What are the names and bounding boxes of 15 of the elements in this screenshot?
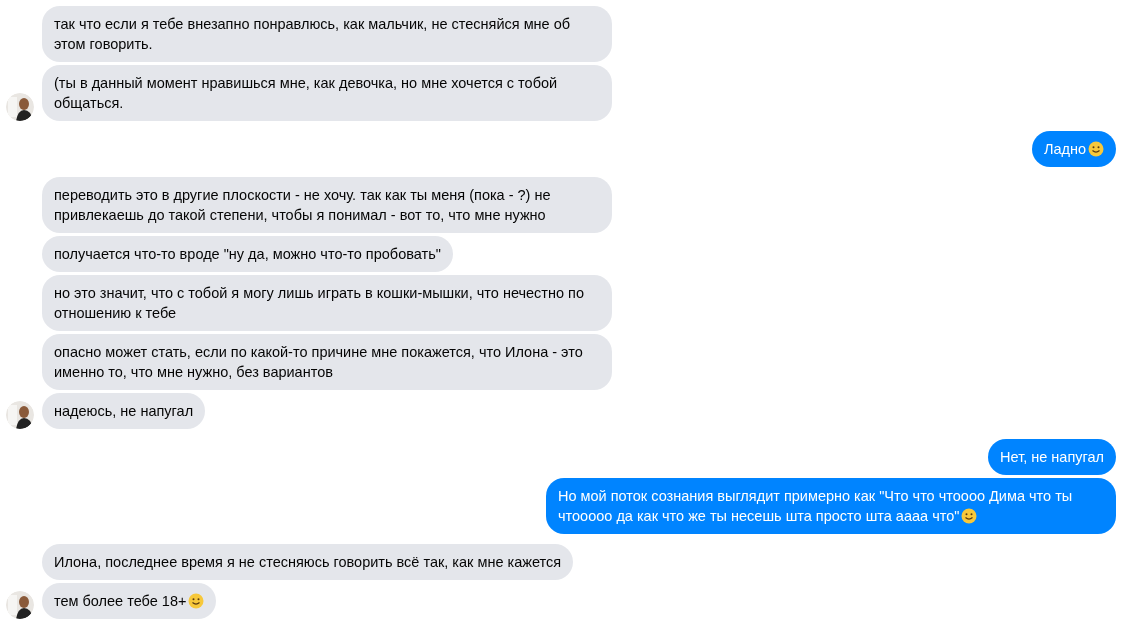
message-bubble: получается что-то вроде "ну да, можно что-то пробовать" — [42, 236, 453, 272]
avatar[interactable] — [6, 401, 34, 429]
message-bubble: Илона, последнее время я не стесняюсь говорить всё так, как мне кажется — [42, 544, 574, 580]
avatar[interactable] — [6, 93, 34, 121]
message-bubble: Ладно — [1031, 131, 1116, 167]
message-bubble: Нет, не напугал — [988, 439, 1116, 475]
message-bubble: тем более тебе 18+ — [42, 583, 217, 619]
message-bubble: надеюсь, не напугал — [42, 393, 206, 429]
message-bubble: переводить это в другие плоскости - не хочу. так как ты меня (пока - ?) не привлекаешь до такой степени, чтобы я понимал - вот то, что мне нужно — [42, 177, 612, 233]
avatar[interactable] — [6, 591, 34, 619]
message-bubble: опасно может стать, если по какой-то причине мне покажется, что Илона - это именно то, что мне нужно, без вариантов — [42, 334, 612, 390]
message-bubble: Но мой поток сознания выглядит примерно как "Что что чтоооо Дима что ты чтооооо да как что же ты несешь шта просто шта аааа что" — [546, 478, 1116, 534]
message-bubble: (ты в данный момент нравишься мне, как девочка, но мне хочется с тобой общаться. — [42, 65, 612, 121]
message-bubble: так что если я тебе внезапно понравлюсь, как мальчик, не стесняйся мне об этом говорить. — [42, 6, 612, 62]
message-bubble: но это значит, что с тобой я могу лишь играть в кошки-мышки, что нечестно по отношению к тебе — [42, 275, 612, 331]
